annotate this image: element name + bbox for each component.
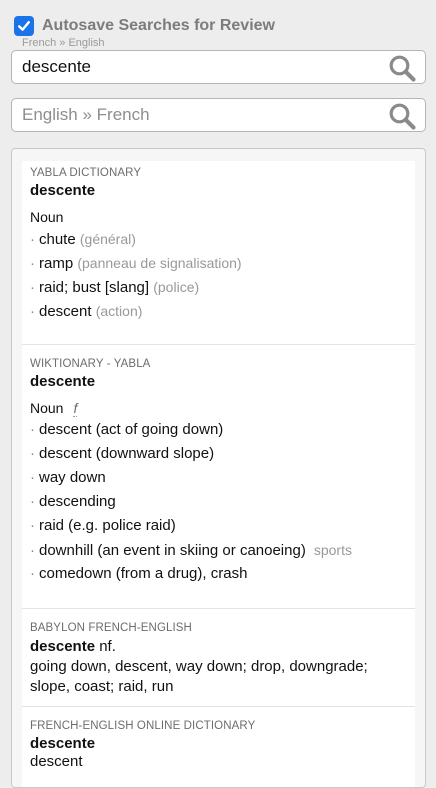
definition-item: · descent (downward slope) <box>30 445 215 462</box>
dictionary-entry: FRENCH-ENGLISH ONLINE DICTIONARY descent… <box>22 707 415 787</box>
search-icon[interactable] <box>388 54 416 82</box>
dictionary-entry: WIKTIONARY - YABLA descente Noun f · desce… <box>22 345 415 609</box>
entry-body: descent <box>30 753 83 770</box>
entry-headword: descente <box>30 638 96 655</box>
entry-headword: descente <box>30 373 96 390</box>
entry-headword: descente <box>30 182 96 199</box>
definition-item: · raid; bust [slang] (police) <box>30 279 200 296</box>
entry-headword: descente <box>30 735 96 752</box>
bullet-icon: · <box>30 565 35 582</box>
search-direction-label: French » English <box>22 37 105 49</box>
english-french-search-box <box>11 98 426 132</box>
bullet-icon: · <box>30 517 35 534</box>
search-icon[interactable] <box>388 102 416 130</box>
definition-item: · raid (e.g. police raid) <box>30 517 176 534</box>
definition-item: · chute (général) <box>30 231 136 248</box>
autosave-label: Autosave Searches for Review <box>42 17 275 34</box>
french-english-search-input[interactable] <box>22 51 382 83</box>
bullet-icon: · <box>30 542 35 559</box>
definition-item: · downhill (an event in skiing or canoein… <box>30 542 352 559</box>
checkmark-icon <box>18 21 30 31</box>
part-of-speech: nf. <box>99 638 116 655</box>
bullet-icon: · <box>30 279 35 296</box>
bullet-icon: · <box>30 231 35 248</box>
french-english-search-box <box>11 50 426 84</box>
entry-source: BABYLON FRENCH-ENGLISH <box>30 622 192 634</box>
entry-source: YABLA DICTIONARY <box>30 167 142 179</box>
definition-item: · descent (act of going down) <box>30 421 224 438</box>
definition-item: · descent (action) <box>30 303 143 320</box>
part-of-speech: Noun <box>30 209 64 225</box>
entry-source: FRENCH-ENGLISH ONLINE DICTIONARY <box>30 720 256 732</box>
bullet-icon: · <box>30 493 35 510</box>
part-of-speech: Noun f <box>30 400 78 417</box>
bullet-icon: · <box>30 469 35 486</box>
english-french-search-input[interactable] <box>22 99 382 131</box>
gender-label: f <box>73 400 78 417</box>
bullet-icon: · <box>30 303 35 320</box>
definition-item: · way down <box>30 469 106 486</box>
bullet-icon: · <box>30 445 35 462</box>
entry-body: going down, descent, way down; drop, dow… <box>30 658 368 695</box>
bullet-icon: · <box>30 255 35 272</box>
autosave-toggle[interactable]: Autosave Searches for Review <box>14 15 275 37</box>
dictionary-entry: BABYLON FRENCH-ENGLISH descente nf. goin… <box>22 609 415 707</box>
results-panel[interactable]: YABLA DICTIONARY descente Noun · chute (g… <box>11 148 426 788</box>
dictionary-entry: YABLA DICTIONARY descente Noun · chute (g… <box>22 161 415 345</box>
entry-source: WIKTIONARY - YABLA <box>30 358 151 370</box>
bullet-icon: · <box>30 421 35 438</box>
autosave-checkbox[interactable] <box>14 16 34 36</box>
definition-item: · comedown (from a drug), crash <box>30 565 248 582</box>
subject-tag: sports <box>313 542 352 558</box>
definition-item: · descending <box>30 493 116 510</box>
definition-item: · ramp (panneau de signalisation) <box>30 255 242 272</box>
